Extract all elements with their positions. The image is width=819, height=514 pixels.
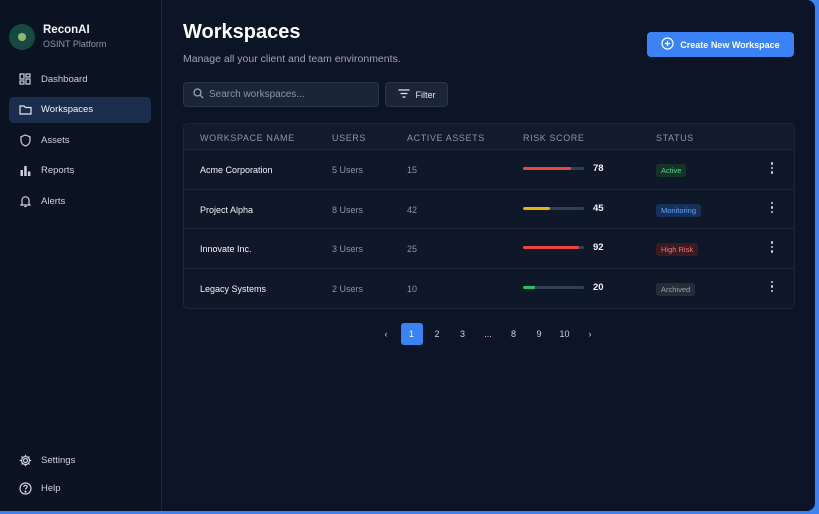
page-button-3[interactable]: 3 [452, 323, 474, 345]
filter-button[interactable]: Filter [385, 82, 448, 107]
risk-bar-fill [523, 285, 536, 289]
column-header-name[interactable]: WORKSPACE NAME [200, 133, 295, 143]
pagination: ‹ 1 2 3 ... 8 9 10 › [375, 323, 605, 345]
page-title: Workspaces [183, 21, 301, 43]
workspace-name[interactable]: Innovate Inc. [200, 244, 252, 254]
page-button-8[interactable]: 8 [503, 323, 525, 345]
main-content: Workspaces Manage all your client and te… [162, 0, 815, 511]
active-assets: 15 [407, 165, 418, 175]
plus-circle-icon [661, 37, 674, 52]
create-workspace-label: Create New Workspace [680, 39, 780, 50]
sidebar-item-label: Alerts [41, 195, 66, 207]
workspaces-table: WORKSPACE NAME USERS ACTIVE ASSETS RISK … [183, 123, 795, 309]
sidebar-item-help[interactable]: Help [9, 475, 151, 501]
sidebar-item-workspaces[interactable]: Workspaces [9, 96, 151, 123]
sidebar-nav: Dashboard Workspaces Assets Reports Aler… [0, 66, 161, 214]
gear-icon [18, 453, 32, 467]
sidebar-item-reports[interactable]: Reports [9, 158, 151, 184]
status-badge: Archived [656, 282, 696, 296]
folder-icon [18, 103, 32, 117]
sidebar-item-assets[interactable]: Assets [9, 127, 151, 153]
column-header-risk[interactable]: RISK SCORE [523, 133, 585, 143]
create-workspace-button[interactable]: Create New Workspace [647, 32, 794, 57]
brand: ReconAI OSINT Platform [0, 0, 161, 60]
active-assets: 10 [407, 283, 418, 294]
sidebar-item-label: Workspaces [41, 104, 94, 115]
more-options-icon[interactable] [770, 201, 774, 213]
user-count: 3 Users [332, 244, 364, 254]
status-badge: Monitoring [656, 203, 702, 217]
risk-score-value: 20 [593, 281, 604, 293]
risk-bar [523, 285, 584, 289]
filter-label: Filter [415, 89, 436, 100]
sidebar: ReconAI OSINT Platform Dashboard Workspa… [0, 0, 162, 511]
column-header-users[interactable]: USERS [332, 133, 366, 143]
filter-icon [398, 89, 410, 100]
risk-bar [523, 206, 584, 210]
page-subtitle: Manage all your client and team environm… [183, 53, 401, 65]
more-options-icon[interactable] [770, 280, 774, 292]
workspace-name[interactable]: Acme Corporation [200, 165, 273, 175]
brand-name: ReconAI [43, 23, 90, 36]
active-assets: 25 [407, 244, 418, 254]
risk-bar [523, 167, 584, 170]
bell-icon [18, 194, 32, 208]
user-count: 2 Users [332, 283, 364, 294]
search-icon [193, 86, 204, 104]
risk-score-value: 92 [593, 242, 604, 253]
active-assets: 42 [407, 204, 418, 215]
page-button-9[interactable]: 9 [528, 323, 550, 345]
prev-page-button[interactable]: ‹ [375, 323, 397, 345]
page-button-10[interactable]: 10 [554, 323, 576, 345]
risk-bar-fill [523, 206, 551, 210]
more-options-icon[interactable] [770, 241, 774, 253]
more-options-icon[interactable] [770, 162, 774, 174]
sidebar-item-label: Reports [41, 165, 75, 176]
page-button-1[interactable]: 1 [400, 323, 423, 345]
sidebar-item-label: Settings [41, 454, 76, 466]
page-ellipsis: ... [484, 329, 492, 339]
workspace-name[interactable]: Project Alpha [200, 205, 253, 215]
search-box [183, 82, 379, 107]
user-count: 5 Users [332, 165, 364, 175]
column-header-assets[interactable]: ACTIVE ASSETS [407, 133, 485, 143]
user-count: 8 Users [332, 204, 364, 215]
bar-chart-icon [18, 164, 32, 178]
risk-bar-fill [523, 246, 580, 249]
status-badge: High Risk [656, 243, 699, 256]
table-row[interactable]: Innovate Inc. 3 Users 25 92 High Risk [184, 229, 794, 269]
table-row[interactable]: Project Alpha 8 Users 42 45 Monitoring [184, 190, 794, 229]
status-badge: Active [656, 164, 687, 177]
workspace-name[interactable]: Legacy Systems [200, 284, 266, 294]
app-window: ReconAI OSINT Platform Dashboard Workspa… [0, 0, 815, 511]
risk-score: 20 [523, 282, 604, 293]
dashboard-icon [18, 72, 32, 86]
table-row[interactable]: Legacy Systems 2 Users 10 20 Archived [184, 269, 794, 309]
page-button-2[interactable]: 2 [426, 323, 448, 345]
sidebar-item-settings[interactable]: Settings [9, 447, 151, 473]
risk-bar-fill [523, 167, 571, 170]
table-header: WORKSPACE NAME USERS ACTIVE ASSETS RISK … [184, 124, 794, 150]
risk-score: 45 [523, 203, 604, 214]
next-page-button[interactable]: › [579, 323, 601, 345]
column-header-status[interactable]: STATUS [656, 133, 694, 143]
risk-bar [523, 246, 584, 249]
table-row[interactable]: Acme Corporation 5 Users 15 78 Active [184, 150, 794, 190]
sidebar-item-alerts[interactable]: Alerts [9, 188, 151, 214]
brand-subtitle: OSINT Platform [43, 38, 107, 49]
risk-score: 92 [523, 242, 604, 253]
sidebar-item-label: Help [41, 482, 61, 494]
risk-score-value: 45 [593, 202, 604, 214]
shield-icon [18, 133, 32, 147]
risk-score: 78 [523, 163, 604, 174]
sidebar-bottom: Settings Help [0, 447, 161, 503]
help-icon [18, 481, 32, 495]
logo-icon [9, 23, 35, 50]
sidebar-item-dashboard[interactable]: Dashboard [9, 66, 151, 92]
sidebar-item-label: Assets [41, 134, 70, 146]
risk-score-value: 78 [593, 163, 604, 174]
sidebar-item-label: Dashboard [41, 73, 88, 85]
search-input[interactable] [209, 89, 369, 100]
